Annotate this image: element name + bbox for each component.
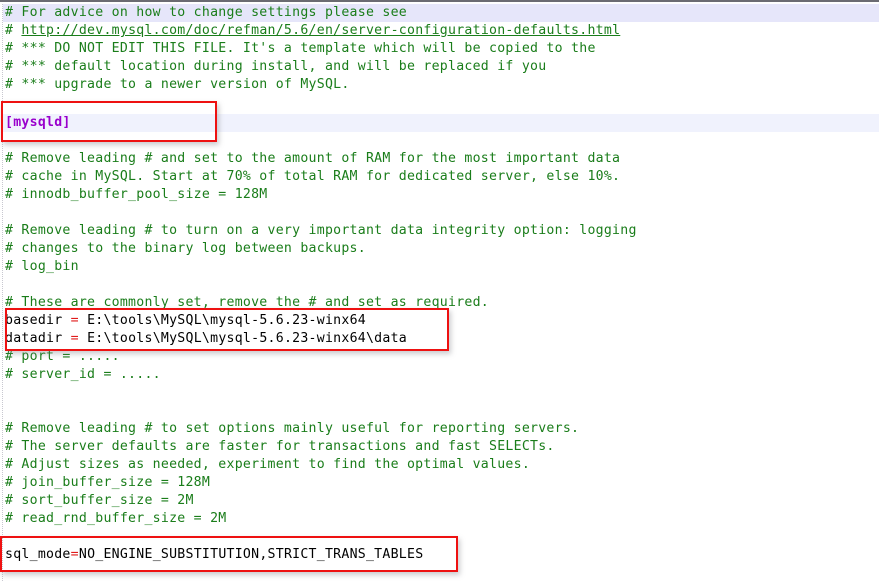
comment-text: # For advice on how to change settings p…	[5, 5, 407, 20]
comment-text: # Remove leading # and set to the amount…	[5, 151, 621, 166]
comment-text: # *** default location during install, a…	[5, 59, 547, 74]
comment-text: # innodb_buffer_pool_size = 128M	[5, 187, 268, 202]
assignment-operator: =	[70, 313, 79, 328]
code-line[interactable]: datadir = E:\tools\MySQL\mysql-5.6.23-wi…	[0, 330, 879, 348]
code-line-text: # read_rnd_buffer_size = 2M	[0, 510, 227, 528]
code-line[interactable]	[0, 402, 879, 420]
code-line-text: # cache in MySQL. Start at 70% of total …	[0, 168, 620, 186]
code-line-text: # join_buffer_size = 128M	[0, 474, 210, 492]
comment-text: # sort_buffer_size = 2M	[5, 493, 194, 508]
ini-value: E:\tools\MySQL\mysql-5.6.23-winx64	[78, 313, 366, 328]
code-line-text: basedir = E:\tools\MySQL\mysql-5.6.23-wi…	[0, 312, 366, 330]
code-line-text: # Remove leading # to turn on a very imp…	[0, 222, 637, 240]
comment-text: # changes to the binary log between back…	[5, 241, 366, 256]
comment-text: #	[5, 23, 22, 38]
code-line[interactable]: # These are commonly set, remove the # a…	[0, 294, 879, 312]
comment-text: # *** upgrade to a newer version of MySQ…	[5, 77, 350, 92]
ini-key: sql_mode	[5, 547, 71, 562]
code-line[interactable]	[0, 132, 879, 150]
assignment-operator: =	[70, 331, 79, 346]
code-line[interactable]: # *** DO NOT EDIT THIS FILE. It's a temp…	[0, 40, 879, 58]
code-line[interactable]: # innodb_buffer_pool_size = 128M	[0, 186, 879, 204]
code-line[interactable]: # port = .....	[0, 348, 879, 366]
code-line-text: # Remove leading # to set options mainly…	[0, 420, 579, 438]
code-line-text: # *** default location during install, a…	[0, 58, 546, 76]
comment-text: # log_bin	[5, 259, 79, 274]
code-line-text: # sort_buffer_size = 2M	[0, 492, 194, 510]
code-line-text: # These are commonly set, remove the # a…	[0, 294, 489, 312]
code-line[interactable]: # http://dev.mysql.com/doc/refman/5.6/en…	[0, 22, 879, 40]
comment-text: # *** DO NOT EDIT THIS FILE. It's a temp…	[5, 41, 596, 56]
code-line-text: # innodb_buffer_pool_size = 128M	[0, 186, 268, 204]
code-line[interactable]: # Remove leading # to set options mainly…	[0, 420, 879, 438]
comment-text: # port = .....	[5, 349, 120, 364]
comment-text: # read_rnd_buffer_size = 2M	[5, 511, 227, 526]
comment-text: # cache in MySQL. Start at 70% of total …	[5, 169, 621, 184]
code-line[interactable]: # For advice on how to change settings p…	[0, 4, 879, 22]
code-line-text: # *** DO NOT EDIT THIS FILE. It's a temp…	[0, 40, 596, 58]
ini-value: E:\tools\MySQL\mysql-5.6.23-winx64\data	[78, 331, 408, 346]
code-line[interactable]: # server_id = .....	[0, 366, 879, 384]
code-line-text: datadir = E:\tools\MySQL\mysql-5.6.23-wi…	[0, 330, 407, 348]
assignment-operator: =	[70, 547, 79, 562]
comment-text: # The server defaults are faster for tra…	[5, 439, 555, 454]
comment-text: # server_id = .....	[5, 367, 161, 382]
code-line[interactable]: # log_bin	[0, 258, 879, 276]
code-line[interactable]: basedir = E:\tools\MySQL\mysql-5.6.23-wi…	[0, 312, 879, 330]
code-line-text: sql_mode=NO_ENGINE_SUBSTITUTION,STRICT_T…	[0, 546, 423, 564]
code-line[interactable]	[0, 276, 879, 294]
code-line[interactable]: # join_buffer_size = 128M	[0, 474, 879, 492]
code-line[interactable]	[0, 528, 879, 546]
code-line[interactable]	[0, 94, 879, 112]
code-line[interactable]: # changes to the binary log between back…	[0, 240, 879, 258]
code-line-text: # port = .....	[0, 348, 120, 366]
ini-section-header: [mysqld]	[5, 115, 71, 130]
code-line-text: # *** upgrade to a newer version of MySQ…	[0, 76, 350, 94]
code-line[interactable]: # read_rnd_buffer_size = 2M	[0, 510, 879, 528]
code-line[interactable]: # *** default location during install, a…	[0, 58, 879, 76]
ini-key: datadir	[5, 331, 71, 346]
code-line-text: # Adjust sizes as needed, experiment to …	[0, 456, 530, 474]
code-line-text: # Remove leading # and set to the amount…	[0, 150, 620, 168]
editor-left-gutter	[0, 4, 3, 581]
code-line[interactable]: # cache in MySQL. Start at 70% of total …	[0, 168, 879, 186]
code-line-text: # changes to the binary log between back…	[0, 240, 366, 258]
code-line[interactable]: # sort_buffer_size = 2M	[0, 492, 879, 510]
ini-key: basedir	[5, 313, 71, 328]
code-line[interactable]: [mysqld]	[0, 114, 879, 132]
code-line-text: # server_id = .....	[0, 366, 161, 384]
code-line[interactable]: # Remove leading # and set to the amount…	[0, 150, 879, 168]
code-line[interactable]: # The server defaults are faster for tra…	[0, 438, 879, 456]
code-line[interactable]	[0, 204, 879, 222]
text-editor-window[interactable]: # For advice on how to change settings p…	[0, 0, 879, 581]
code-line[interactable]: # *** upgrade to a newer version of MySQ…	[0, 76, 879, 94]
comment-text: # Adjust sizes as needed, experiment to …	[5, 457, 531, 472]
code-content-area[interactable]: # For advice on how to change settings p…	[0, 4, 879, 581]
comment-text: # join_buffer_size = 128M	[5, 475, 211, 490]
code-line-text: # For advice on how to change settings p…	[0, 4, 407, 22]
code-line-text: [mysqld]	[0, 114, 71, 132]
ini-value: NO_ENGINE_SUBSTITUTION,STRICT_TRANS_TABL…	[78, 547, 424, 562]
comment-text: # These are commonly set, remove the # a…	[5, 295, 490, 310]
code-line-text: # http://dev.mysql.com/doc/refman/5.6/en…	[0, 22, 620, 40]
comment-text: # Remove leading # to turn on a very imp…	[5, 223, 637, 238]
code-line[interactable]: # Remove leading # to turn on a very imp…	[0, 222, 879, 240]
code-line[interactable]: # Adjust sizes as needed, experiment to …	[0, 456, 879, 474]
code-line-text: # The server defaults are faster for tra…	[0, 438, 555, 456]
doc-url-link[interactable]: http://dev.mysql.com/doc/refman/5.6/en/s…	[21, 23, 620, 38]
comment-text: # Remove leading # to set options mainly…	[5, 421, 580, 436]
code-line-text: # log_bin	[0, 258, 79, 276]
code-line[interactable]: sql_mode=NO_ENGINE_SUBSTITUTION,STRICT_T…	[0, 546, 879, 564]
code-line[interactable]	[0, 384, 879, 402]
